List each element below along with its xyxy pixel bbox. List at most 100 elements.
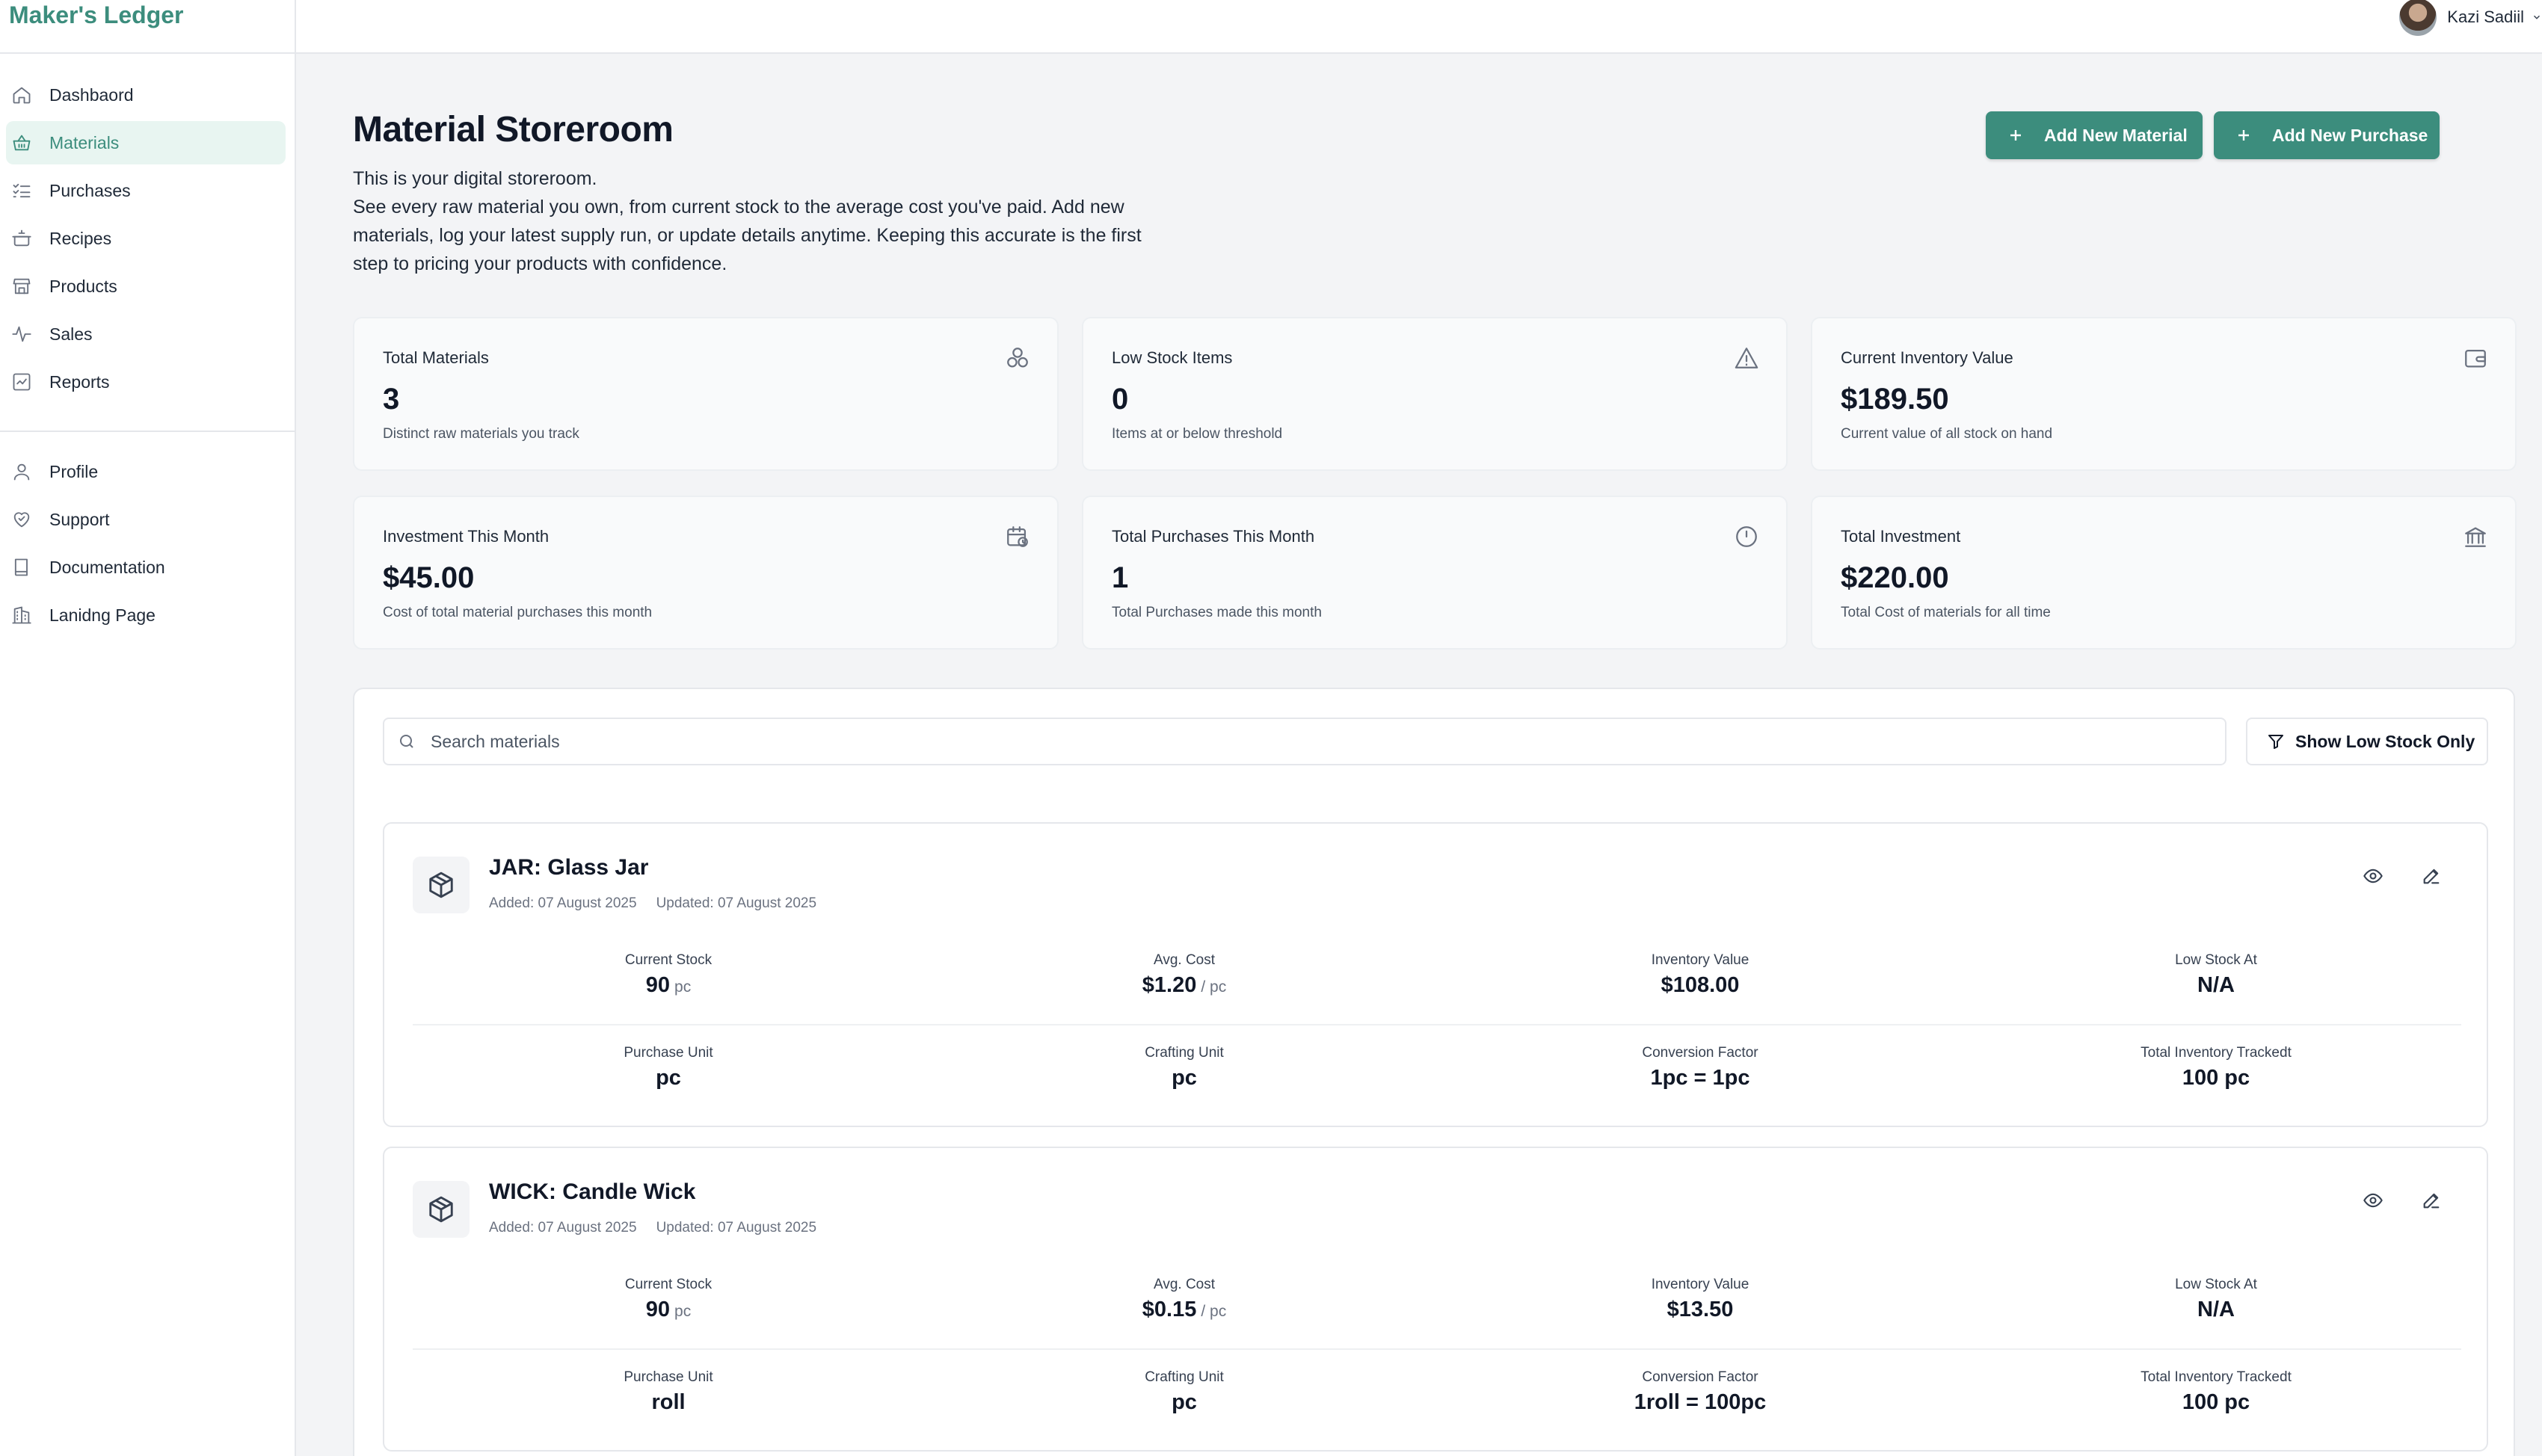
home-icon: [10, 84, 33, 106]
stat-value: $220.00: [1841, 561, 1949, 594]
sidebar-item-label: Reports: [49, 371, 110, 392]
sidebar-item-documentation[interactable]: Documentation: [6, 546, 286, 589]
sidebar-item-label: Dashbaord: [49, 84, 134, 105]
updated-date: Updated: 07 August 2025: [656, 895, 817, 911]
basket-icon: [10, 132, 33, 154]
sidebar-item-reports[interactable]: Reports: [6, 360, 286, 404]
metric-unit: / pc: [1201, 1303, 1227, 1320]
metric-label: Purchase Unit: [624, 1045, 713, 1061]
calendar-clock-icon: [1005, 524, 1030, 549]
metric-current-stock: Current Stock 90 pc: [481, 952, 855, 998]
metric-label: Total Inventory Trackedt: [2141, 1369, 2292, 1385]
page-title: Material Storeroom: [353, 110, 674, 149]
boxes-icon: [1005, 345, 1030, 371]
metric-value: roll: [651, 1390, 686, 1414]
page-description-line: This is your digital storeroom.: [353, 168, 597, 189]
sidebar-item-label: Profile: [49, 461, 99, 481]
metric-value: 100 pc: [2182, 1390, 2250, 1414]
button-label: Show Low Stock Only: [2295, 731, 2475, 751]
sidebar-item-recipes[interactable]: Recipes: [6, 217, 286, 260]
metric-label: Low Stock At: [2175, 952, 2257, 968]
chevron-down-icon: [2532, 12, 2542, 22]
filter-icon: [2267, 732, 2285, 750]
metric-conversion-factor: Conversion Factor 1roll = 100pc: [1513, 1369, 1887, 1415]
stat-value: 1: [1112, 561, 1129, 594]
metric-unit: pc: [674, 1303, 692, 1320]
added-date: Added: 07 August 2025: [489, 895, 637, 911]
metric-purchase-unit: Purchase Unit roll: [481, 1369, 855, 1415]
sidebar-item-products[interactable]: Products: [6, 265, 286, 308]
search-input[interactable]: [431, 731, 2210, 752]
sidebar-item-label: Support: [49, 509, 110, 529]
metric-label: Avg. Cost: [1153, 1277, 1216, 1292]
book-icon: [10, 556, 33, 579]
metric-value: $108.00: [1661, 973, 1740, 997]
material-card: JAR: Glass Jar Added: 07 August 2025 Upda…: [383, 822, 2488, 1127]
view-icon[interactable]: [2358, 1185, 2388, 1215]
material-title: WICK: Candle Wick: [489, 1179, 696, 1204]
sidebar-item-support[interactable]: Support: [6, 498, 286, 541]
avatar: [2399, 0, 2437, 36]
stat-subtext: Items at or below threshold: [1112, 426, 1283, 442]
page-description-line: See every raw material you own, from cur…: [353, 197, 1142, 274]
view-icon[interactable]: [2358, 861, 2388, 891]
card-divider: [413, 1024, 2461, 1025]
warning-icon: [1734, 345, 1759, 371]
material-title: JAR: Glass Jar: [489, 855, 649, 880]
heart-handshake-icon: [10, 508, 33, 531]
stat-subtext: Current value of all stock on hand: [1841, 426, 2053, 442]
sidebar: Maker's Ledger Dashbaord Materials Purch…: [0, 0, 296, 1456]
pot-icon: [10, 227, 33, 250]
search-box[interactable]: [383, 718, 2226, 765]
metric-label: Current Stock: [624, 952, 713, 968]
sidebar-item-landing-page[interactable]: Lanidng Page: [6, 593, 286, 637]
metric-label: Low Stock At: [2175, 1277, 2257, 1292]
sidebar-item-dashboard[interactable]: Dashbaord: [6, 73, 286, 117]
added-date: Added: 07 August 2025: [489, 1220, 637, 1236]
stat-subtext: Cost of total material purchases this mo…: [383, 605, 653, 620]
stat-value: 3: [383, 383, 400, 416]
brand-divider: [0, 52, 296, 54]
stat-label: Low Stock Items: [1112, 348, 1233, 367]
button-label: Add New Purchase: [2272, 125, 2428, 145]
sidebar-item-label: Sales: [49, 324, 93, 344]
sidebar-item-label: Products: [49, 276, 117, 296]
add-new-purchase-button[interactable]: Add New Purchase: [2214, 111, 2440, 159]
sidebar-item-materials[interactable]: Materials: [6, 121, 286, 164]
metric-value: pc: [1172, 1390, 1197, 1414]
metric-value: $0.15/ pc: [997, 1298, 1371, 1322]
plus-icon: [2007, 126, 2025, 144]
metric-value: N/A: [2197, 1298, 2235, 1321]
user-icon: [10, 460, 33, 483]
stat-label: Investment This Month: [383, 527, 550, 546]
brand-logo[interactable]: Maker's Ledger: [9, 0, 183, 31]
metric-number: 90: [645, 1298, 671, 1321]
metric-low-stock-at: Low Stock At N/A: [2029, 1277, 2403, 1322]
list-check-icon: [10, 179, 33, 202]
plus-icon: [2235, 126, 2253, 144]
show-low-stock-button[interactable]: Show Low Stock Only: [2246, 718, 2488, 765]
stat-card-total-materials: Total Materials 3 Distinct raw materials…: [353, 317, 1059, 471]
metric-value: 100 pc: [2182, 1066, 2250, 1090]
nav-divider: [0, 431, 296, 432]
edit-icon[interactable]: [2416, 1185, 2446, 1215]
stat-value: $45.00: [383, 561, 475, 594]
edit-icon[interactable]: [2416, 861, 2446, 891]
metric-label: Avg. Cost: [1153, 952, 1216, 968]
metric-inventory-value: Inventory Value $108.00: [1513, 952, 1887, 998]
building-icon: [10, 604, 33, 626]
page-description: This is your digital storeroom. See ever…: [353, 164, 1160, 278]
stat-label: Total Materials: [383, 348, 489, 367]
metric-value: 1roll = 100pc: [1634, 1390, 1767, 1414]
sidebar-item-profile[interactable]: Profile: [6, 450, 286, 493]
store-icon: [10, 275, 33, 297]
sidebar-item-label: Documentation: [49, 557, 165, 577]
topbar: Kazi Sadiil: [296, 0, 2542, 54]
add-new-material-button[interactable]: Add New Material: [1986, 111, 2203, 159]
materials-panel: Show Low Stock Only JAR: Glass Jar Added…: [353, 688, 2515, 1456]
activity-icon: [10, 323, 33, 345]
user-menu[interactable]: Kazi Sadiil: [2399, 0, 2542, 36]
sidebar-item-sales[interactable]: Sales: [6, 312, 286, 356]
metric-value: pc: [656, 1066, 681, 1090]
sidebar-item-purchases[interactable]: Purchases: [6, 169, 286, 212]
